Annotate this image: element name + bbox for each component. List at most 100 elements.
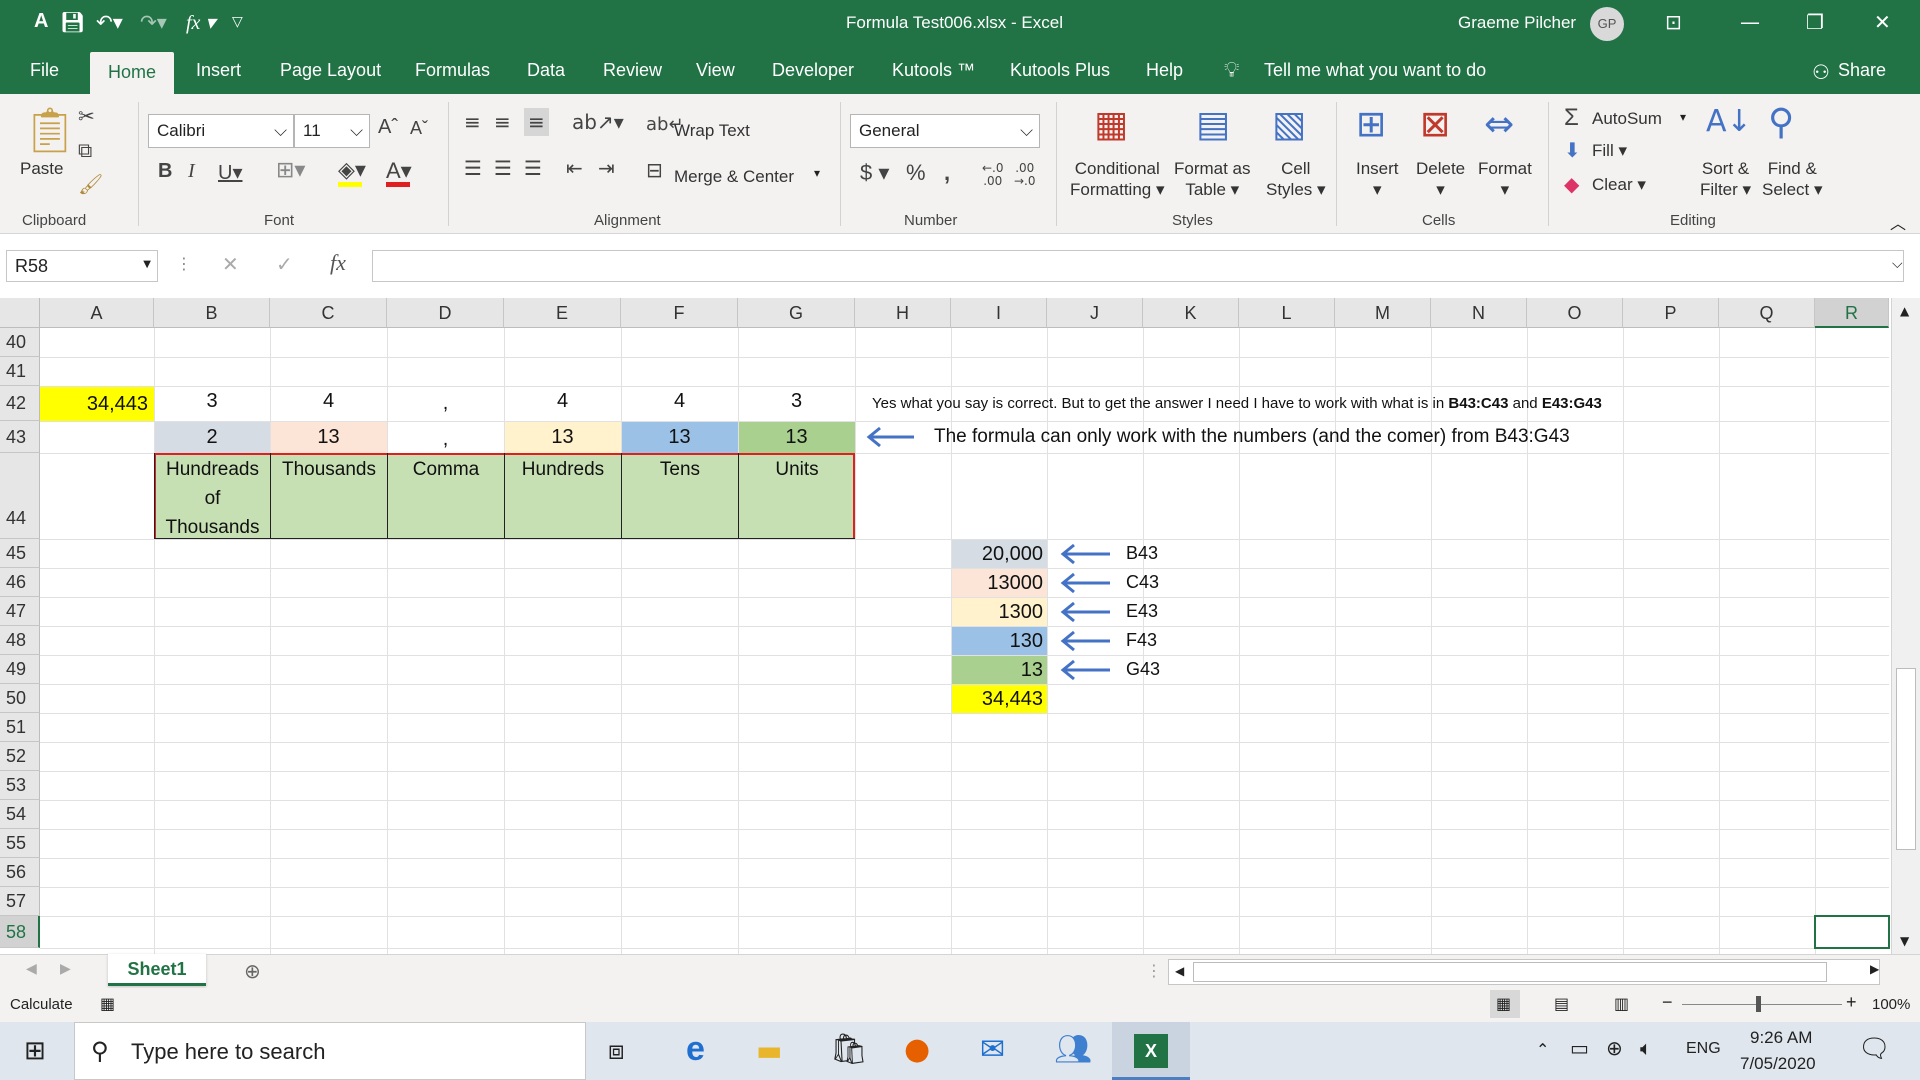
function-icon[interactable]: fx ▾ [186,10,215,35]
zoom-slider-thumb[interactable] [1756,996,1761,1012]
format-cells-button[interactable]: Format ▾ [1478,158,1532,200]
cell-d42[interactable]: , [387,386,504,421]
macro-record-icon[interactable]: ▦ [100,994,115,1013]
borders-icon[interactable]: ⊞▾ [276,158,305,183]
cell-b44[interactable]: Hundreads of Thousands [156,455,269,539]
notifications-icon[interactable]: 🗨︎ [1858,1034,1891,1064]
column-header[interactable]: H [855,298,951,328]
format-as-table-icon[interactable]: ▤ [1196,104,1230,145]
column-header[interactable]: B [154,298,270,328]
redo-icon[interactable]: ↷▾ [140,10,167,34]
fill-color-icon[interactable]: ◈▾ [338,158,366,183]
prev-sheet-icon[interactable]: ◀ [26,961,37,977]
column-header[interactable]: E [504,298,621,328]
conditional-formatting-icon[interactable]: ▦ [1094,104,1128,145]
row-header[interactable]: 57 [0,887,40,916]
cell-i48[interactable]: 130 [951,626,1045,655]
chevron-down-icon[interactable]: ▾ [1680,110,1686,124]
format-cells-icon[interactable]: ⇔ [1484,104,1514,145]
column-header[interactable]: D [387,298,504,328]
bold-icon[interactable]: B [158,160,172,183]
decrease-decimal-icon[interactable]: .00 →.0 [1014,162,1036,188]
cell-g44[interactable]: Units [739,455,855,484]
sheet-tab-sheet1[interactable]: Sheet1 [108,954,206,986]
cell-e42[interactable]: 4 [504,386,621,421]
column-header[interactable]: A [40,298,154,328]
decrease-indent-icon[interactable]: ⇤ [566,156,583,180]
restore-icon[interactable]: ❐ [1806,10,1824,34]
zoom-slider[interactable] [1682,1004,1842,1005]
vertical-scroll-thumb[interactable] [1896,668,1916,850]
insert-cells-button[interactable]: Insert ▾ [1356,158,1399,200]
increase-font-icon[interactable]: Aˆ [378,116,398,139]
row-header[interactable]: 40 [0,328,40,357]
minimize-icon[interactable]: — [1740,10,1760,34]
cell-i50[interactable]: 34,443 [951,684,1045,713]
edge-icon[interactable]: e [686,1030,705,1069]
scroll-down-icon[interactable]: ▼ [1900,934,1909,948]
clock-date[interactable]: 7/05/2020 [1740,1054,1816,1074]
select-all-corner[interactable] [0,298,40,328]
cell-b43[interactable]: 2 [154,421,270,453]
row-header[interactable]: 46 [0,568,40,597]
row-header[interactable]: 54 [0,800,40,829]
cell-h42-note[interactable]: Yes what you say is correct. But to get … [872,386,1872,421]
cell-a42[interactable]: 34,443 [40,386,152,421]
column-header[interactable]: F [621,298,738,328]
firefox-icon[interactable]: ● [904,1032,930,1067]
zoom-level[interactable]: 100% [1872,996,1910,1013]
column-header[interactable]: Q [1719,298,1815,328]
task-view-icon[interactable]: ⧈ [608,1036,625,1067]
chevron-up-icon[interactable]: ⌃ [1536,1040,1549,1059]
cancel-icon[interactable]: ✕ [222,252,239,276]
enter-icon[interactable]: ✓ [276,252,293,276]
align-right-icon[interactable]: ☰ [524,156,542,180]
taskbar-search[interactable]: ⚲ Type here to search [74,1022,586,1080]
cell-i47[interactable]: 1300 [951,597,1045,626]
avatar[interactable]: GP [1590,7,1624,41]
tell-me-search[interactable]: Tell me what you want to do [1264,60,1486,81]
cell-g42[interactable]: 3 [738,386,855,421]
align-center-icon[interactable]: ☰ [494,156,512,180]
excel-taskbar-icon[interactable]: X [1134,1034,1168,1068]
copy-icon[interactable]: ⧉ [78,138,92,162]
next-sheet-icon[interactable]: ▶ [60,961,71,977]
delete-cells-button[interactable]: Delete ▾ [1416,158,1465,200]
row-header[interactable]: 47 [0,597,40,626]
insert-function-icon[interactable]: fx [330,250,346,276]
row-header[interactable]: 42 [0,386,40,421]
horizontal-scroll-thumb[interactable] [1193,962,1827,982]
column-header[interactable]: O [1527,298,1623,328]
tab-page-layout[interactable]: Page Layout [280,60,381,81]
row-header[interactable]: 53 [0,771,40,800]
column-header[interactable]: P [1623,298,1719,328]
column-header[interactable]: M [1335,298,1431,328]
cell-f44[interactable]: Tens [622,455,738,484]
cell-styles-button[interactable]: Cell Styles ▾ [1266,158,1326,200]
formula-input[interactable] [372,250,1904,282]
battery-icon[interactable]: ▭ [1570,1036,1589,1060]
row-header[interactable]: 44 [0,453,40,539]
customize-toolbar-icon[interactable]: ▽ [232,14,243,30]
delete-cells-icon[interactable]: ⊠ [1420,104,1450,145]
cell-c43[interactable]: 13 [270,421,387,453]
cell-g43[interactable]: 13 [738,421,855,453]
tab-home[interactable]: Home [90,52,175,94]
paste-button[interactable]: Paste [20,158,63,179]
tab-review[interactable]: Review [603,60,662,81]
close-icon[interactable]: ✕ [1874,10,1891,34]
autosum-icon[interactable]: Σ [1564,104,1579,132]
column-header[interactable]: I [951,298,1047,328]
normal-view-icon[interactable]: ▦ [1496,994,1511,1013]
network-icon[interactable]: ⊕ [1606,1036,1623,1060]
scroll-left-icon[interactable]: ◀ [1175,964,1184,978]
column-header[interactable]: C [270,298,387,328]
column-header[interactable]: J [1047,298,1143,328]
cell-i43-note[interactable]: The formula can only work with the numbe… [934,421,1874,453]
language-indicator[interactable]: ENG [1686,1040,1721,1058]
row-header[interactable]: 52 [0,742,40,771]
share-button[interactable]: Share [1838,60,1886,81]
cell-d44[interactable]: Comma [388,455,504,484]
row-header[interactable]: 56 [0,858,40,887]
format-as-table-button[interactable]: Format as Table ▾ [1174,158,1251,200]
